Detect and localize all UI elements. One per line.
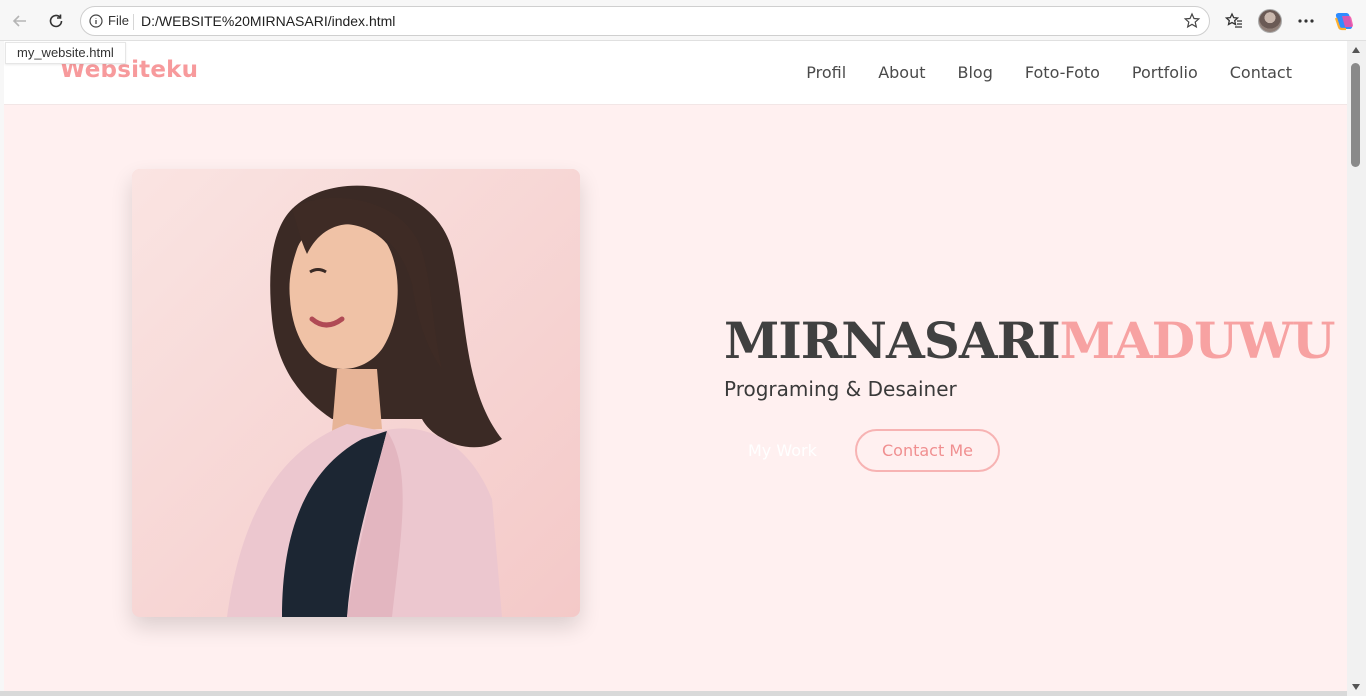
favorites-icon[interactable] [1221,8,1247,34]
back-icon[interactable] [7,8,33,34]
contact-me-button[interactable]: Contact Me [855,429,1000,472]
site-info-button[interactable]: File [89,13,129,28]
profile-avatar[interactable] [1257,8,1283,34]
nav-about[interactable]: About [878,63,925,82]
favorite-star-icon[interactable] [1183,12,1201,34]
main-nav: Profil About Blog Foto-Foto Portfolio Co… [806,63,1292,82]
copilot-icon[interactable] [1331,8,1357,34]
page-scrollbar[interactable] [1347,41,1366,696]
hero-name: MIRNASARIMADUWU [724,311,1335,370]
nav-blog[interactable]: Blog [958,63,993,82]
hero-tagline: Programing & Desainer [724,377,957,401]
address-separator [133,14,134,30]
browser-toolbar: File D:/WEBSITE%20MIRNASARI/index.html [0,0,1366,41]
scroll-down-icon[interactable] [1352,684,1360,690]
scroll-thumb[interactable] [1351,63,1360,167]
tab-tooltip: my_website.html [5,42,126,64]
page-viewport: Websiteku Profil About Blog Foto-Foto Po… [4,41,1347,691]
info-label: File [108,13,129,28]
hero-first-name: MIRNASARI [724,311,1061,370]
my-work-button[interactable]: My Work [732,431,833,471]
info-icon [89,13,103,28]
reload-icon[interactable] [43,8,69,34]
nav-profil[interactable]: Profil [806,63,846,82]
nav-portfolio[interactable]: Portfolio [1132,63,1198,82]
nav-foto-foto[interactable]: Foto-Foto [1025,63,1100,82]
window-bottom-edge [0,691,1347,696]
address-bar[interactable]: File D:/WEBSITE%20MIRNASARI/index.html [80,6,1210,36]
site-header: Websiteku Profil About Blog Foto-Foto Po… [4,41,1347,105]
profile-photo [132,169,580,617]
nav-contact[interactable]: Contact [1230,63,1292,82]
url-text[interactable]: D:/WEBSITE%20MIRNASARI/index.html [141,13,395,29]
hero-last-name: MADUWU [1059,311,1336,370]
more-options-icon[interactable] [1293,8,1319,34]
scroll-up-icon[interactable] [1352,47,1360,53]
